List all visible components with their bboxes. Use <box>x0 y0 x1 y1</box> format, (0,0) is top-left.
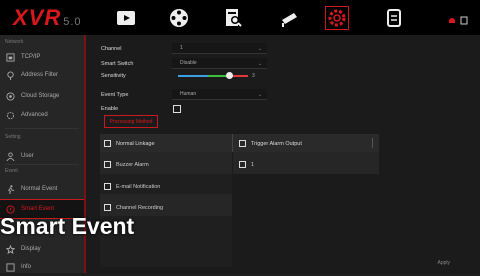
email-notification-option[interactable]: E-mail Notification <box>104 183 160 190</box>
sidebar-item-tcpip[interactable]: TCP/IP <box>0 48 84 66</box>
star-icon <box>5 244 15 254</box>
list-item-bg <box>233 152 379 174</box>
channel-label: Channel <box>101 46 122 52</box>
linkage-table-header: Normal Linkage Trigger Alarm Output <box>100 134 379 152</box>
camera-icon[interactable] <box>277 5 303 31</box>
channel-select[interactable]: 1 ⌄ <box>172 43 267 54</box>
alarm-output-1-checkbox[interactable] <box>239 161 246 168</box>
document-icon[interactable] <box>381 5 407 31</box>
alarm-bell-icon[interactable] <box>448 12 456 23</box>
normal-linkage-checkbox[interactable] <box>104 140 111 147</box>
apply-button[interactable]: Apply <box>437 260 450 266</box>
network-port-icon <box>5 52 15 62</box>
sidebar-item-label: Address Filter <box>21 72 59 78</box>
tab-processing-method[interactable]: Processing Method <box>104 115 158 128</box>
sidebar-item-label: User <box>21 153 34 159</box>
chevron-down-icon: ⌄ <box>257 92 262 98</box>
run-icon <box>5 184 15 194</box>
settings-icon[interactable] <box>325 6 349 30</box>
normal-linkage-header[interactable]: Normal Linkage <box>104 140 155 147</box>
sidebar-item-cloud-storage[interactable]: Cloud Storage <box>0 87 84 105</box>
trigger-alarm-output-checkbox[interactable] <box>239 140 246 147</box>
smart-switch-select[interactable]: Disable ⌄ <box>172 58 267 69</box>
buzzer-alarm-checkbox[interactable] <box>104 161 111 168</box>
sidebar-divider <box>5 128 79 129</box>
event-type-select[interactable]: Human ⌄ <box>172 89 267 100</box>
cloud-icon <box>5 91 15 101</box>
sidebar-item-display[interactable]: Display <box>0 240 84 258</box>
sidebar-item-label: Display <box>21 246 41 252</box>
alarm-output-1-option[interactable]: 1 <box>239 161 254 168</box>
playback-icon[interactable] <box>113 5 139 31</box>
trigger-alarm-output-header[interactable]: Trigger Alarm Output <box>239 140 302 147</box>
sidebar-section-event: Event <box>5 168 18 174</box>
email-notification-checkbox[interactable] <box>104 183 111 190</box>
sidebar-item-user[interactable]: User <box>0 147 84 165</box>
sidebar-section-network: Network <box>5 39 24 45</box>
info-icon <box>5 262 15 272</box>
sidebar-item-info[interactable]: Info <box>0 258 84 276</box>
chevron-down-icon: ⌄ <box>257 46 262 52</box>
buzzer-alarm-option[interactable]: Buzzer Alarm <box>104 161 149 168</box>
sensitivity-slider-handle[interactable] <box>226 72 233 79</box>
sidebar-divider <box>5 164 79 165</box>
sidebar-item-label: Advanced <box>21 112 48 118</box>
sidebar-item-advanced[interactable]: Advanced <box>0 106 84 124</box>
sensitivity-label: Sensitivity <box>101 73 126 79</box>
sensitivity-slider-low[interactable] <box>178 75 208 77</box>
enable-checkbox[interactable] <box>173 105 181 113</box>
top-bar: XVR 5.0 <box>0 0 480 35</box>
smart-switch-label: Smart Switch <box>101 61 134 67</box>
normal-linkage-column: Buzzer Alarm E-mail Notification Channel… <box>100 152 232 267</box>
sensitivity-value: 3 <box>252 73 255 79</box>
sidebar-item-label: TCP/IP <box>21 54 41 60</box>
alarm-output-column: 1 <box>233 152 379 267</box>
event-type-label: Event Type <box>101 92 129 98</box>
enable-label: Enable <box>101 106 119 112</box>
location-pin-icon <box>5 70 15 80</box>
user-icon <box>5 151 15 161</box>
column-resize-handle[interactable] <box>372 138 373 148</box>
sidebar-item-label: Smart Event <box>21 206 55 212</box>
sidebar-item-label: Normal Event <box>21 186 58 192</box>
search-record-icon[interactable] <box>220 5 246 31</box>
chevron-down-icon: ⌄ <box>257 61 262 67</box>
sidebar-item-label: Info <box>21 264 32 270</box>
notification-icon[interactable] <box>460 12 468 25</box>
channel-recording-option[interactable]: Channel Recording <box>104 204 163 211</box>
overlay-title: Smart Event <box>0 213 135 239</box>
advanced-icon <box>5 110 15 120</box>
film-reel-icon[interactable] <box>166 5 192 31</box>
app-logo: XVR 5.0 <box>13 5 82 30</box>
sidebar-section-setting: Setting <box>5 134 21 140</box>
sidebar-item-label: Cloud Storage <box>21 93 60 99</box>
header-divider <box>232 134 233 152</box>
sidebar-item-normal-event[interactable]: Normal Event <box>0 180 84 198</box>
channel-recording-checkbox[interactable] <box>104 204 111 211</box>
sidebar-item-address-filter[interactable]: Address Filter <box>0 66 84 84</box>
